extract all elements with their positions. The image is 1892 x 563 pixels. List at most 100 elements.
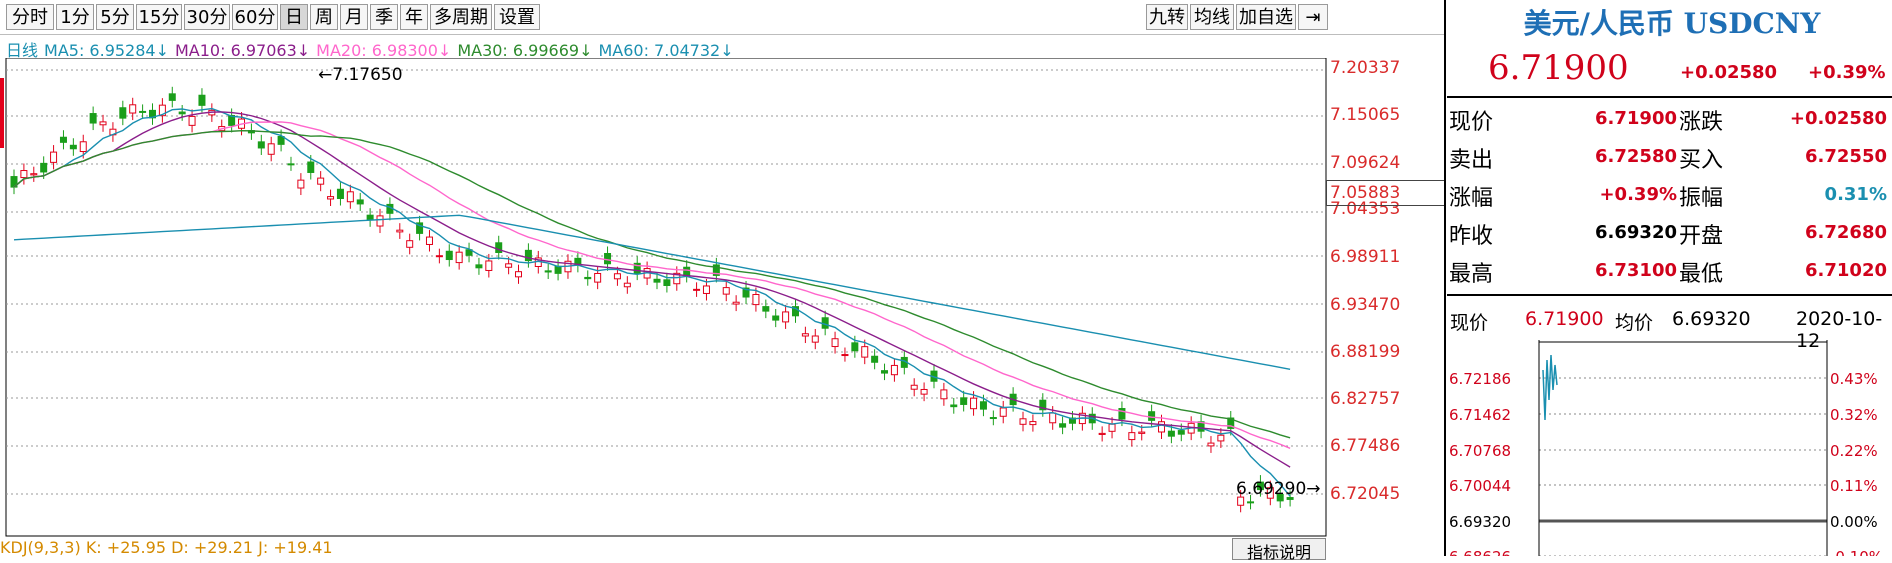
ma-line (13, 130, 1291, 439)
candle-body (445, 250, 453, 261)
indicator-help-button[interactable]: 指标说明 (1232, 538, 1326, 562)
mini-price-line (1542, 354, 1558, 421)
ma60-line (13, 214, 1291, 370)
period-tab-7[interactable]: 周 (310, 4, 338, 30)
candle-body (515, 271, 523, 278)
mini-left-axis-label: 6.72186 (1449, 370, 1511, 388)
candle-body (89, 113, 97, 124)
period-tab-9[interactable]: 季 (370, 4, 398, 30)
period-tab-3[interactable]: 15分 (136, 4, 182, 30)
price-axis-label: 7.09624 (1330, 153, 1401, 173)
intraday-mini-chart: 6.72186 0.43% 6.71462 0.32% 6.70768 0.22% 6.70… (1449, 340, 1883, 556)
candle-body (1049, 412, 1057, 424)
period-tab-8[interactable]: 月 (340, 4, 368, 30)
quote-value: +0.02580 (1789, 108, 1887, 129)
period-tab-10[interactable]: 年 (400, 4, 428, 30)
candle-body (366, 214, 374, 221)
candle-body (752, 294, 760, 306)
candle-body (524, 249, 532, 262)
candle-body (594, 272, 602, 283)
candle-body (356, 199, 364, 205)
candle-body (30, 173, 38, 176)
toolbar-right-button-1[interactable]: 均线 (1190, 4, 1234, 30)
price-axis-label: 6.98911 (1330, 247, 1401, 267)
candle-body (623, 282, 631, 288)
panel-divider (1444, 0, 1446, 556)
candle-body (772, 315, 780, 321)
mini-right-axis-label: 0.22% (1830, 442, 1878, 460)
candle-body (762, 306, 770, 312)
candle-body (801, 333, 809, 337)
mini-right-axis-label: -0.10% (1830, 548, 1883, 556)
candle-body (890, 364, 898, 376)
mini-right-axis-label: 0.11% (1830, 477, 1878, 495)
candle-body (69, 144, 77, 150)
candle-body (1029, 421, 1037, 426)
mini-right-axis-label: 0.43% (1830, 370, 1878, 388)
period-tab-12[interactable]: 设置 (494, 4, 540, 30)
candle-body (435, 255, 443, 258)
quote-value: 6.72580 (1595, 146, 1677, 167)
price-change: +0.02580 (1680, 62, 1778, 83)
expand-panel-icon[interactable]: ⇥ (1298, 4, 1328, 30)
mini-avg-label: 均价 (1615, 312, 1654, 334)
candle-body (1148, 411, 1156, 421)
period-tab-4[interactable]: 30分 (184, 4, 230, 30)
candlestick-chart: ←7.17650 6.69290→ (0, 58, 1327, 537)
candle-body (139, 110, 147, 113)
quote-label: 最低 (1679, 262, 1724, 287)
candle-body (1247, 501, 1255, 504)
period-tab-5[interactable]: 60分 (232, 4, 278, 30)
mini-left-axis-label: 6.71462 (1449, 406, 1511, 424)
period-tab-2[interactable]: 5分 (96, 4, 134, 30)
period-tab-6[interactable]: 日 (280, 4, 308, 30)
candle-body (336, 188, 344, 200)
period-tab-11[interactable]: 多周期 (430, 4, 492, 30)
price-axis-label: 6.77486 (1330, 436, 1401, 456)
period-toolbar: 分时 1分 5分 15分 30分 60分日周月季年多周期 设置 九转 均线 加自选 ⇥ (0, 0, 1446, 35)
candle-body (613, 273, 621, 280)
candle-body (287, 163, 295, 166)
mini-left-axis-label: 6.69320 (1449, 513, 1511, 531)
candle-body (841, 354, 849, 357)
candle-body (722, 287, 730, 295)
price-axis-label: 6.93470 (1330, 295, 1401, 315)
candle-body (881, 370, 889, 374)
low-price-annotation: 6.69290→ (1236, 479, 1321, 499)
candle-body (317, 177, 325, 185)
price-axis-label: 6.88199 (1330, 342, 1401, 362)
candle-body (693, 288, 701, 291)
candle-body (129, 104, 137, 114)
candle-body (851, 342, 859, 352)
period-tab-1[interactable]: 1分 (56, 4, 94, 30)
candle-body (307, 161, 315, 173)
candle-body (505, 263, 513, 268)
last-price: 6.71900 (1488, 48, 1629, 88)
candle-body (702, 285, 710, 294)
quote-value: 6.73100 (1595, 260, 1677, 281)
candle-body (168, 93, 176, 101)
candle-body (979, 401, 987, 410)
candle-body (1207, 442, 1215, 447)
candle-body (455, 251, 463, 264)
price-axis-label: 7.20337 (1330, 58, 1401, 78)
candle-body (495, 242, 503, 253)
candle-body (584, 276, 592, 280)
mini-price-label: 现价 (1450, 312, 1489, 334)
candle-body (119, 107, 127, 119)
toolbar-right-button-2[interactable]: 加自选 (1236, 4, 1296, 30)
candle-body (1138, 431, 1146, 434)
candle-body (198, 94, 206, 106)
quote-label: 最高 (1449, 262, 1494, 287)
candle-body (683, 266, 691, 276)
quote-label: 现价 (1449, 110, 1494, 135)
quote-value: +0.39% (1599, 184, 1677, 205)
period-tab-0[interactable]: 分时 (6, 4, 54, 30)
candle-body (1167, 430, 1175, 437)
toolbar-right-button-0[interactable]: 九转 (1146, 4, 1188, 30)
quote-value: 6.72680 (1805, 222, 1887, 243)
candle-body (425, 236, 433, 245)
candle-body (1217, 434, 1225, 442)
price-axis-label: 6.82757 (1330, 389, 1401, 409)
candle-body (396, 229, 404, 233)
